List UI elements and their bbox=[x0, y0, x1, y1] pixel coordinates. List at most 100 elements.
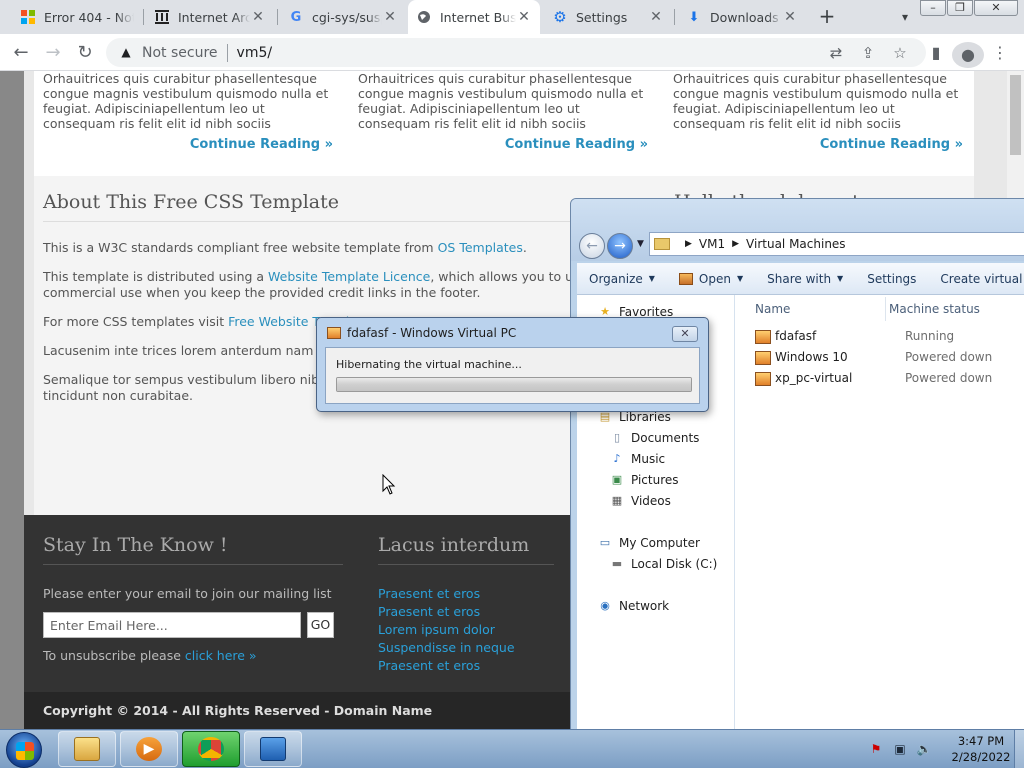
breadcrumb-item[interactable]: VM1 bbox=[699, 237, 725, 251]
licence-link[interactable]: Website Template Licence bbox=[268, 269, 430, 284]
tab-search-icon[interactable]: ▾ bbox=[894, 6, 916, 28]
continue-reading-link[interactable]: Continue Reading » bbox=[673, 137, 963, 152]
taskbar: ▶ ⚑ ▣ 🔈 3:47 PM 2/28/2022 bbox=[0, 729, 1024, 768]
clock[interactable]: 3:47 PM 2/28/2022 bbox=[946, 733, 1016, 765]
chevron-right-icon[interactable]: ▶ bbox=[732, 239, 739, 249]
continue-reading-link[interactable]: Continue Reading » bbox=[358, 137, 648, 152]
table-row[interactable]: Windows 10 Powered down bbox=[735, 347, 1024, 368]
nav-videos[interactable]: ▦ Videos bbox=[609, 494, 671, 508]
browser-toolbar: ← → ↻ ▲ Not secure vm5/ ⇄ ⇪ ☆ ▮ ● ⋮ bbox=[0, 34, 1024, 71]
close-tab-icon[interactable]: ✕ bbox=[250, 9, 266, 25]
continue-reading-link[interactable]: Continue Reading » bbox=[43, 137, 333, 152]
share-with-button[interactable]: Share with ▼ bbox=[755, 272, 855, 286]
side-panel-icon[interactable]: ▮ bbox=[920, 40, 952, 66]
menu-kebab-icon[interactable]: ⋮ bbox=[984, 40, 1016, 66]
os-templates-link[interactable]: OS Templates bbox=[438, 240, 523, 255]
table-row[interactable]: xp_pc-virtual Powered down bbox=[735, 368, 1024, 389]
taskbar-virtual-pc[interactable] bbox=[244, 731, 302, 767]
close-tab-icon[interactable]: ✕ bbox=[516, 9, 532, 25]
videos-icon: ▦ bbox=[611, 494, 623, 507]
reload-icon[interactable]: ↻ bbox=[72, 40, 98, 66]
archive-icon bbox=[154, 9, 170, 25]
address-bar[interactable]: ▲ Not secure vm5/ ⇄ ⇪ ☆ bbox=[106, 38, 926, 67]
column-header-status[interactable]: Machine status bbox=[885, 297, 1024, 321]
tab-internet-archive[interactable]: Internet Archive ✕ bbox=[146, 0, 274, 34]
action-center-flag-icon[interactable]: ⚑ bbox=[868, 742, 884, 758]
taskbar-media-player[interactable]: ▶ bbox=[120, 731, 178, 767]
scrollbar-thumb[interactable] bbox=[1010, 75, 1021, 155]
dialog-title: fdafasf - Windows Virtual PC bbox=[327, 326, 516, 340]
newsletter-heading: Stay In The Know ! bbox=[43, 534, 343, 565]
forward-arrow-icon[interactable]: → bbox=[40, 40, 66, 66]
security-label: Not secure bbox=[142, 44, 218, 61]
chevron-right-icon[interactable]: ▶ bbox=[685, 239, 692, 249]
forward-button[interactable]: → bbox=[607, 233, 633, 259]
file-list: Name Machine status fdafasf Running Wind… bbox=[735, 295, 1024, 737]
nav-libraries[interactable]: ▤ Libraries bbox=[597, 410, 671, 424]
close-tab-icon[interactable]: ✕ bbox=[782, 9, 798, 25]
taskbar-explorer[interactable] bbox=[58, 731, 116, 767]
explorer-icon bbox=[74, 737, 100, 761]
close-window-button[interactable]: ✕ bbox=[974, 0, 1018, 16]
start-button[interactable] bbox=[6, 732, 42, 768]
tab-title: Internet Business bbox=[440, 9, 516, 25]
nav-music[interactable]: ♪ Music bbox=[609, 452, 665, 466]
tab-settings[interactable]: ⚙ Settings ✕ bbox=[544, 0, 672, 34]
article-column: Orhauitrices quis curabitur phasellentes… bbox=[43, 71, 333, 152]
mouse-cursor-icon bbox=[382, 474, 396, 495]
globe-icon bbox=[416, 9, 432, 25]
nav-my-computer[interactable]: ▭ My Computer bbox=[597, 536, 700, 550]
go-button[interactable]: GO bbox=[307, 612, 334, 638]
recent-pages-dropdown-icon[interactable]: ▼ bbox=[637, 239, 644, 249]
breadcrumb-item[interactable]: Virtual Machines bbox=[746, 237, 846, 251]
article-column: Orhauitrices quis curabitur phasellentes… bbox=[358, 71, 648, 152]
column-header-name[interactable]: Name bbox=[735, 297, 885, 321]
footer-link[interactable]: Praesent et eros bbox=[378, 604, 515, 622]
tab-downloads[interactable]: ⬇ Downloads ✕ bbox=[678, 0, 806, 34]
footer-link[interactable]: Praesent et eros bbox=[378, 586, 515, 604]
open-button[interactable]: Open ▼ bbox=[667, 272, 755, 286]
profile-avatar[interactable]: ● bbox=[952, 40, 984, 68]
show-desktop-button[interactable] bbox=[1014, 730, 1024, 768]
taskbar-chrome[interactable] bbox=[182, 731, 240, 767]
email-input[interactable]: Enter Email Here... bbox=[43, 612, 301, 638]
maximize-button[interactable]: ❐ bbox=[947, 0, 973, 16]
breadcrumb[interactable]: ▶ VM1 ▶ Virtual Machines bbox=[649, 232, 1024, 256]
footer-link[interactable]: Suspendisse in neque bbox=[378, 640, 515, 658]
tab-cgi-sys[interactable]: G cgi-sys/suspendedpage ✕ bbox=[280, 0, 406, 34]
tab-internet-business[interactable]: Internet Business ✕ bbox=[408, 0, 540, 34]
share-icon[interactable]: ⇪ bbox=[852, 44, 884, 62]
unsubscribe-link[interactable]: click here » bbox=[185, 648, 257, 663]
footer-link[interactable]: Lorem ipsum dolor bbox=[378, 622, 515, 640]
tab-error-404[interactable]: Error 404 - Not Found bbox=[12, 0, 142, 34]
back-button[interactable]: ← bbox=[579, 233, 605, 259]
media-player-icon: ▶ bbox=[136, 737, 162, 761]
close-tab-icon[interactable]: ✕ bbox=[382, 9, 398, 25]
minimize-button[interactable]: – bbox=[920, 0, 946, 16]
computer-icon: ▭ bbox=[599, 536, 611, 549]
create-vm-button[interactable]: Create virtual machine bbox=[928, 272, 1024, 286]
download-icon: ⬇ bbox=[688, 9, 700, 25]
nav-local-disk[interactable]: ▬ Local Disk (C:) bbox=[609, 557, 718, 571]
nav-pictures[interactable]: ▣ Pictures bbox=[609, 473, 679, 487]
close-tab-icon[interactable]: ✕ bbox=[648, 9, 664, 25]
nav-network[interactable]: ◉ Network bbox=[597, 599, 669, 613]
translate-icon[interactable]: ⇄ bbox=[820, 44, 852, 62]
article-columns: Orhauitrices quis curabitur phasellentes… bbox=[34, 71, 974, 176]
network-icon[interactable]: ▣ bbox=[892, 742, 908, 758]
url-text: vm5/ bbox=[236, 44, 273, 61]
footer-link[interactable]: Praesent et eros bbox=[378, 658, 515, 676]
settings-button[interactable]: Settings bbox=[855, 272, 928, 286]
nav-documents[interactable]: ▯ Documents bbox=[609, 431, 699, 445]
progress-fill bbox=[337, 378, 691, 391]
organize-button[interactable]: Organize ▼ bbox=[577, 272, 667, 286]
table-row[interactable]: fdafasf Running bbox=[735, 326, 1024, 347]
new-tab-button[interactable]: + bbox=[814, 4, 840, 30]
back-arrow-icon[interactable]: ← bbox=[8, 40, 34, 66]
not-secure-warning-icon[interactable]: ▲ bbox=[118, 45, 134, 61]
bookmark-star-icon[interactable]: ☆ bbox=[884, 44, 916, 62]
volume-icon[interactable]: 🔈 bbox=[916, 742, 932, 758]
dialog-close-button[interactable]: ✕ bbox=[672, 326, 698, 342]
tab-title: Downloads bbox=[710, 9, 779, 25]
vm-name: xp_pc-virtual bbox=[755, 368, 852, 389]
